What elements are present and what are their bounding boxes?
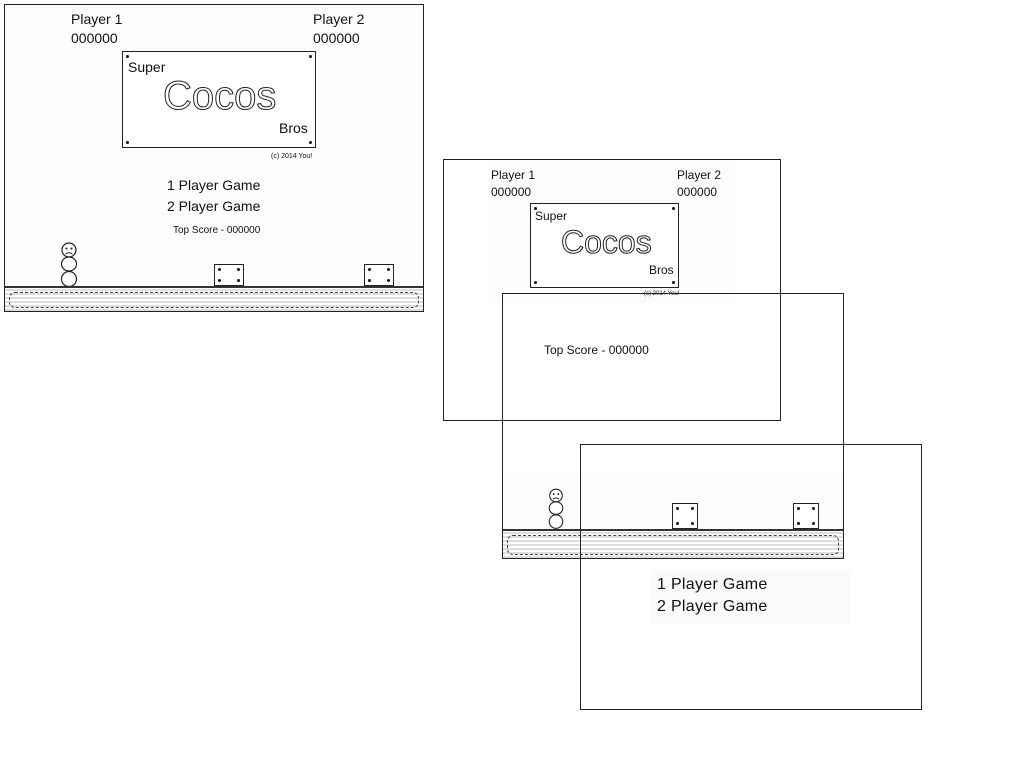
- logo-bros-text: Bros: [279, 120, 308, 136]
- copyright-text: (c) 2014 You!: [271, 153, 313, 160]
- menu-1-player[interactable]: 1 Player Game: [167, 177, 260, 193]
- logo-super-text: Super: [535, 209, 568, 223]
- menu-2-player[interactable]: 2 Player Game: [167, 198, 260, 214]
- logo-cocos-text: Cocos: [561, 224, 653, 261]
- player2-label: Player 2: [677, 168, 722, 182]
- bonus-block-icon: [214, 264, 244, 286]
- title-logo: Super Cocos Bros: [122, 51, 316, 148]
- logo-bros-text: Bros: [649, 263, 674, 277]
- title-logo: Super Cocos Bros: [530, 203, 679, 288]
- snowman-character-icon: [60, 242, 78, 288]
- logo-cocos-text: Cocos: [162, 74, 277, 119]
- menu-1-player[interactable]: 1 Player Game: [657, 576, 768, 594]
- layer-frame-menu: 1 Player Game 2 Player Game: [580, 444, 922, 710]
- player2-score: 000000: [677, 185, 718, 199]
- title-screen-full: Player 1 000000 Player 2 000000 Super Co…: [4, 4, 424, 312]
- snowman-character-icon: [548, 488, 564, 529]
- player1-label: Player 1: [491, 168, 536, 182]
- menu-2-player[interactable]: 2 Player Game: [657, 598, 768, 616]
- player2-score: 000000: [313, 30, 360, 46]
- player1-score: 000000: [491, 185, 532, 199]
- player1-label: Player 1: [71, 11, 123, 27]
- ground-floor: [5, 286, 423, 311]
- logo-super-text: Super: [128, 59, 166, 75]
- top-score-text: Top Score - 000000: [544, 343, 649, 357]
- top-score-text: Top Score - 000000: [173, 225, 261, 236]
- bonus-block-icon: [364, 264, 394, 286]
- player1-score: 000000: [71, 30, 118, 46]
- player2-label: Player 2: [313, 11, 365, 27]
